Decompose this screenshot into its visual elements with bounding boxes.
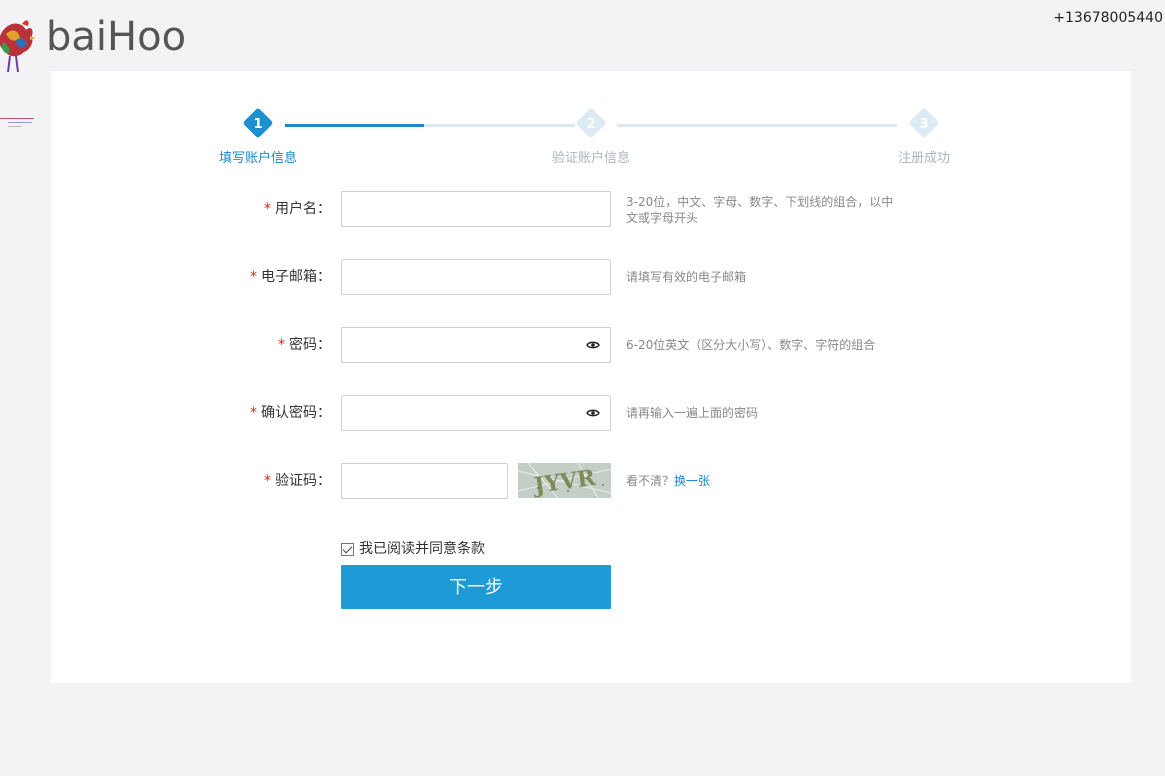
eye-icon[interactable] [586, 408, 600, 418]
email-row: * 电子邮箱： 请填写有效的电子邮箱 [51, 259, 1131, 295]
next-step-button[interactable]: 下一步 [341, 565, 611, 609]
progress-stepper: 1 填写账户信息 2 验证账户信息 3 注册成功 [51, 107, 1131, 169]
captcha-image[interactable]: JYVR [518, 463, 611, 498]
captcha-label: * 验证码： [264, 473, 331, 489]
step-3-label: 注册成功 [897, 151, 950, 166]
password-hint: 6-20位英文（区分大小写）、数字、字符的组合 [626, 338, 876, 352]
confirm-password-label: * 确认密码： [250, 405, 331, 421]
agree-label: 我已阅读并同意条款 [359, 541, 485, 557]
required-mark: * [250, 269, 257, 285]
step-2-number: 2 [586, 117, 596, 132]
email-label: * 电子邮箱： [250, 269, 331, 285]
registration-card: 1 填写账户信息 2 验证账户信息 3 注册成功 * 用户名： 3-20位，中文、… [51, 71, 1131, 683]
username-label: * 用户名： [264, 201, 331, 217]
password-label: * 密码： [278, 337, 331, 353]
captcha-hint-text: 看不清？ [626, 474, 675, 488]
eye-icon[interactable] [586, 340, 600, 350]
step-2-label: 验证账户信息 [551, 151, 630, 166]
required-mark: * [264, 473, 271, 489]
captcha-noise-graphic: JYVR [518, 463, 611, 498]
username-hint: 3-20位，中文、字母、数字、下划线的组合，以中文或字母开头 [626, 195, 894, 225]
password-input[interactable] [341, 327, 611, 363]
required-mark: * [278, 337, 285, 353]
step-3-number: 3 [919, 117, 929, 132]
confirm-password-hint: 请再输入一遍上面的密码 [626, 406, 759, 420]
phone-number: +13678005440 [1053, 10, 1163, 26]
captcha-input[interactable] [341, 463, 508, 499]
captcha-hint: 看不清？换一张 [626, 463, 710, 499]
email-input[interactable] [341, 259, 611, 295]
email-hint: 请填写有效的电子邮箱 [626, 270, 747, 284]
confirm-password-row: * 确认密码： 请再输入一遍上面的密码 [51, 395, 1131, 431]
username-input[interactable] [341, 191, 611, 227]
step-1-label: 填写账户信息 [218, 151, 297, 166]
captcha-row: * 验证码： JYVR 看不清？换一张 [51, 463, 1131, 499]
rooster-logo-icon [0, 20, 36, 73]
captcha-refresh-link[interactable]: 换一张 [674, 474, 710, 488]
side-decoration [0, 118, 34, 130]
agree-checkbox[interactable] [341, 542, 354, 556]
step-1-number: 1 [253, 117, 263, 132]
stepper-track-2 [617, 124, 897, 127]
required-mark: * [250, 405, 257, 421]
password-row: * 密码： 6-20位英文（区分大小写）、数字、字符的组合 [51, 327, 1131, 363]
agree-terms[interactable]: 我已阅读并同意条款 [341, 540, 485, 558]
confirm-password-input[interactable] [341, 395, 611, 431]
required-mark: * [264, 201, 271, 217]
username-row: * 用户名： 3-20位，中文、字母、数字、下划线的组合，以中文或字母开头 [51, 191, 1131, 227]
logo-text: baiHoo [46, 14, 187, 60]
